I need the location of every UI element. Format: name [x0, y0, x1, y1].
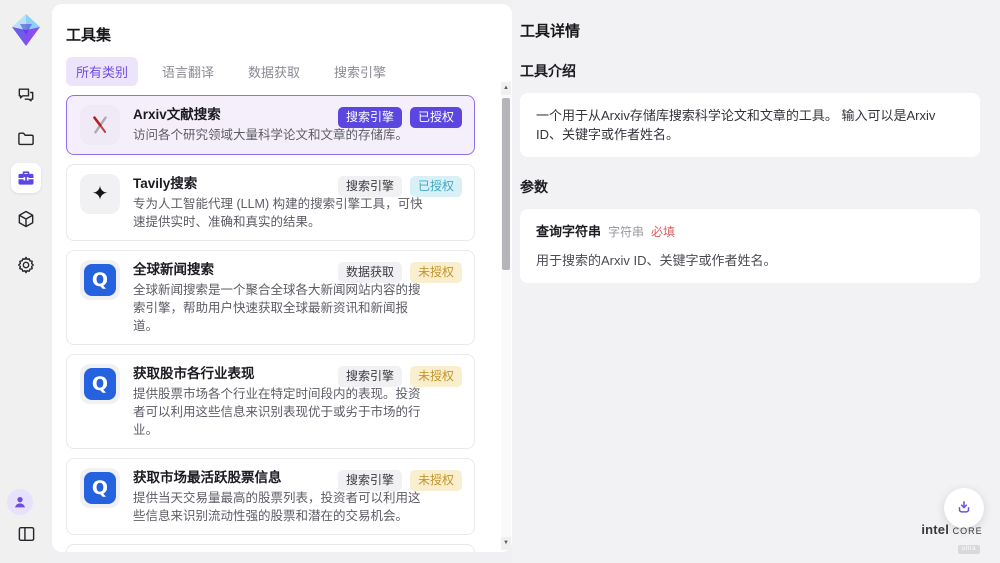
- tool-card-global-news[interactable]: Q 全球新闻搜索 全球新闻搜索是一个聚合全球各大新闻网站内容的搜索引擎，帮助用户…: [66, 250, 475, 345]
- param-type: 字符串: [608, 223, 644, 242]
- tool-card-regional-news[interactable]: 万维地区新闻查询 查询具体行政区划内的新闻，快速了解各地新闻动 搜索引擎 未授权: [66, 544, 475, 552]
- tool-description: 提供当天交易量最高的股票列表，投资者可以利用这些信息来识别流动性强的股票和潜在的…: [133, 489, 425, 525]
- list-scrollbar[interactable]: ▲ ▼: [501, 82, 511, 550]
- tavily-star-icon: ✦: [80, 174, 120, 214]
- auth-status-badge: 未授权: [410, 470, 462, 491]
- news-search-app-icon: Q: [80, 260, 120, 300]
- tool-description: 全球新闻搜索是一个聚合全球各大新闻网站内容的搜索引擎，帮助用户快速获取全球最新资…: [133, 281, 425, 335]
- badges: 数据获取 未授权: [338, 262, 462, 283]
- tab-data-fetch[interactable]: 数据获取: [238, 57, 310, 86]
- badges: 搜索引擎 已授权: [338, 176, 462, 197]
- tool-detail-panel: 工具详情 工具介绍 一个用于从Arxiv存储库搜索科学论文和文章的工具。 输入可…: [512, 0, 1000, 563]
- auth-status-badge: 已授权: [410, 107, 462, 128]
- intel-wordmark: intel: [921, 522, 949, 537]
- tool-card-tavily[interactable]: ✦ Tavily搜索 专为人工智能代理 (LLM) 构建的搜索引擎工具，可快速提…: [66, 164, 475, 241]
- panel-toggle-icon[interactable]: [16, 524, 36, 544]
- category-tabs: 所有类别 语言翻译 数据获取 搜索引擎: [66, 59, 512, 83]
- user-avatar[interactable]: [7, 489, 33, 515]
- param-box: 查询字符串 字符串 必填 用于搜索的Arxiv ID、关键字或作者姓名。: [520, 209, 980, 283]
- category-badge: 数据获取: [338, 262, 402, 283]
- auth-status-badge: 已授权: [410, 176, 462, 197]
- blue-q-glyph: Q: [84, 264, 116, 296]
- folder-icon[interactable]: [16, 129, 36, 149]
- badges: 搜索引擎 未授权: [338, 470, 462, 491]
- tool-description: 访问各个研究领域大量科学论文和文章的存储库。: [133, 126, 425, 144]
- tool-description: 专为人工智能代理 (LLM) 构建的搜索引擎工具，可快速提供实时、准确和真实的结…: [133, 195, 425, 231]
- ultra-badge: ultra: [958, 545, 980, 554]
- detail-title: 工具详情: [520, 20, 980, 41]
- tool-description: 提供股票市场各个行业在特定时间段内的表现。投资者可以利用这些信息来识别表现优于或…: [133, 385, 425, 439]
- category-badge: 搜索引擎: [338, 366, 402, 387]
- auth-status-badge: 未授权: [410, 366, 462, 387]
- tool-card-sector-performance[interactable]: Q 获取股市各行业表现 提供股票市场各个行业在特定时间段内的表现。投资者可以利用…: [66, 354, 475, 449]
- tool-card-arxiv[interactable]: Arxiv文献搜索 访问各个研究领域大量科学论文和文章的存储库。 搜索引擎 已授…: [66, 95, 475, 155]
- settings-gear-icon[interactable]: [16, 255, 36, 275]
- tab-language-translation[interactable]: 语言翻译: [152, 57, 224, 86]
- package-icon[interactable]: [16, 209, 36, 229]
- arxiv-logo-icon: [80, 105, 120, 145]
- app-logo-icon: [11, 13, 41, 52]
- toolbox-icon-active[interactable]: [11, 163, 41, 193]
- blue-q-glyph: Q: [84, 368, 116, 400]
- intel-core-logo: intel core ultra: [916, 523, 988, 555]
- param-required-flag: 必填: [651, 223, 675, 242]
- badges: 搜索引擎 已授权: [338, 107, 462, 128]
- star-glyph: ✦: [92, 184, 109, 204]
- category-badge: 搜索引擎: [338, 470, 402, 491]
- auth-status-badge: 未授权: [410, 262, 462, 283]
- tool-card-list: Arxiv文献搜索 访问各个研究领域大量科学论文和文章的存储库。 搜索引擎 已授…: [66, 95, 475, 552]
- tab-search-engine[interactable]: 搜索引擎: [324, 57, 396, 86]
- blue-q-glyph: Q: [84, 472, 116, 504]
- stock-app-icon: Q: [80, 468, 120, 508]
- app-window: 工具集 所有类别 语言翻译 数据获取 搜索引擎 Arxiv文献搜索 访问: [0, 0, 1000, 563]
- download-icon: [955, 498, 973, 519]
- tool-list-panel: 工具集 所有类别 语言翻译 数据获取 搜索引擎 Arxiv文献搜索 访问: [52, 4, 512, 552]
- params-heading: 参数: [520, 177, 980, 197]
- badges: 搜索引擎 未授权: [338, 366, 462, 387]
- param-description: 用于搜索的Arxiv ID、关键字或作者姓名。: [536, 251, 964, 270]
- category-badge: 搜索引擎: [338, 107, 402, 128]
- param-header: 查询字符串 字符串 必填: [536, 222, 964, 242]
- intro-heading: 工具介绍: [520, 61, 980, 81]
- category-badge: 搜索引擎: [338, 176, 402, 197]
- scrollbar-down-arrow-icon[interactable]: ▼: [501, 537, 511, 550]
- stock-app-icon: Q: [80, 364, 120, 404]
- tool-card-most-active-stocks[interactable]: Q 获取市场最活跃股票信息 提供当天交易量最高的股票列表，投资者可以利用这些信息…: [66, 458, 475, 535]
- param-name: 查询字符串: [536, 222, 601, 241]
- tab-all-categories[interactable]: 所有类别: [66, 57, 138, 86]
- intro-text: 一个用于从Arxiv存储库搜索科学论文和文章的工具。 输入可以是Arxiv ID…: [536, 108, 935, 142]
- sidebar-rail: [0, 0, 52, 563]
- intro-box: 一个用于从Arxiv存储库搜索科学论文和文章的工具。 输入可以是Arxiv ID…: [520, 93, 980, 157]
- scrollbar-up-arrow-icon[interactable]: ▲: [501, 82, 511, 95]
- scrollbar-thumb[interactable]: [502, 98, 510, 270]
- chat-icon[interactable]: [16, 85, 36, 105]
- page-title: 工具集: [66, 24, 512, 45]
- core-wordmark: core: [953, 522, 983, 537]
